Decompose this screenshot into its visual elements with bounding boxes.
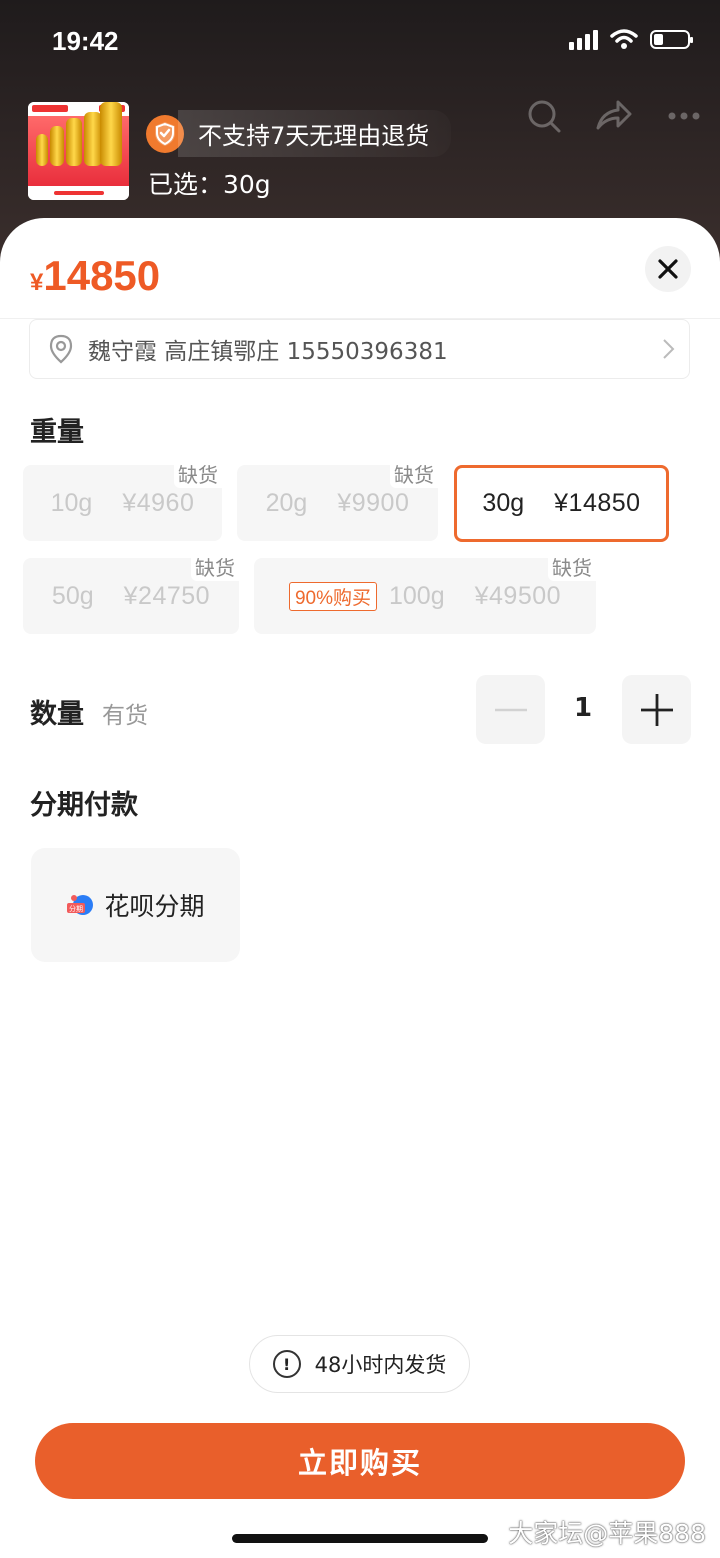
option-weight: 20g bbox=[265, 488, 308, 517]
out-of-stock-badge: 缺货 bbox=[390, 459, 438, 488]
option-price: ¥24750 bbox=[123, 581, 211, 610]
quantity-label: 数量 bbox=[30, 699, 84, 730]
address-selector[interactable]: 魏守霞 高庄镇鄂庄 15550396381 bbox=[29, 319, 690, 379]
more-icon[interactable] bbox=[664, 96, 704, 136]
buy-now-button[interactable]: 立即购买 bbox=[35, 1423, 685, 1499]
address-text: 魏守霞 高庄镇鄂庄 15550396381 bbox=[88, 339, 448, 365]
option-weight: 10g bbox=[50, 488, 93, 517]
promo-tag: 90%购买 bbox=[288, 581, 377, 611]
option-price: ¥49500 bbox=[474, 581, 562, 610]
chevron-right-icon bbox=[663, 339, 675, 359]
weight-option-50g[interactable]: 50g ¥24750 缺货 bbox=[23, 552, 239, 634]
increase-quantity-button[interactable] bbox=[622, 675, 691, 744]
huabei-installment-option[interactable]: 分期 花呗分期 bbox=[31, 848, 240, 962]
status-icons bbox=[569, 28, 693, 50]
out-of-stock-badge: 缺货 bbox=[548, 552, 596, 581]
weight-option-30g[interactable]: 30g ¥14850 bbox=[454, 465, 669, 542]
price-currency: ¥ bbox=[30, 269, 44, 296]
shipping-notice: ! 48小时内发货 bbox=[249, 1335, 470, 1393]
option-weight: 100g bbox=[388, 581, 445, 610]
price-value: 14850 bbox=[43, 252, 161, 299]
status-time: 19:42 bbox=[52, 26, 119, 56]
close-button[interactable] bbox=[645, 246, 691, 292]
sku-selection-sheet: ¥14850 魏守霞 高庄镇鄂庄 15550396381 重量 10g ¥496… bbox=[0, 218, 720, 1558]
huabei-installment-label: 花呗分期 bbox=[104, 892, 205, 921]
weight-option-10g[interactable]: 10g ¥4960 缺货 bbox=[23, 459, 222, 541]
quantity-title: 数量 有货 bbox=[30, 692, 148, 731]
huabei-icon: 分期 bbox=[67, 895, 94, 915]
installment-title: 分期付款 bbox=[30, 790, 138, 821]
battery-icon bbox=[650, 29, 693, 49]
share-icon[interactable] bbox=[594, 96, 634, 136]
product-thumbnail bbox=[28, 102, 129, 200]
location-pin-icon bbox=[49, 334, 73, 364]
option-price: ¥4960 bbox=[122, 488, 195, 517]
out-of-stock-badge: 缺货 bbox=[174, 459, 222, 488]
quantity-value[interactable]: 1 bbox=[548, 693, 618, 723]
price: ¥14850 bbox=[30, 252, 160, 300]
weight-option-20g[interactable]: 20g ¥9900 缺货 bbox=[237, 459, 438, 541]
wifi-icon bbox=[610, 29, 638, 49]
decrease-quantity-button[interactable] bbox=[476, 675, 545, 744]
selected-variant-text: 已选：30g bbox=[148, 170, 271, 199]
return-policy-text: 不支持7天无理由退货 bbox=[178, 110, 452, 157]
huabei-icon-text: 分期 bbox=[69, 904, 83, 913]
option-weight: 30g bbox=[482, 489, 525, 517]
option-weight: 50g bbox=[51, 581, 94, 610]
return-policy-badge: 不支持7天无理由退货 bbox=[146, 110, 452, 157]
close-icon bbox=[658, 259, 678, 279]
out-of-stock-badge: 缺货 bbox=[191, 552, 239, 581]
option-price: ¥9900 bbox=[337, 488, 410, 517]
info-exclamation-icon: ! bbox=[272, 1350, 301, 1378]
home-indicator[interactable] bbox=[232, 1534, 488, 1543]
option-price: ¥14850 bbox=[554, 489, 641, 517]
watermark: 大家坛@苹果888 bbox=[508, 1519, 706, 1548]
weight-title: 重量 bbox=[30, 417, 84, 448]
plus-icon bbox=[640, 693, 673, 726]
shipping-notice-text: 48小时内发货 bbox=[314, 1353, 447, 1377]
weight-option-100g[interactable]: 90%购买 100g ¥49500 缺货 bbox=[254, 552, 596, 634]
search-icon[interactable] bbox=[524, 96, 564, 136]
minus-icon bbox=[494, 708, 527, 711]
cellular-signal-icon bbox=[569, 28, 598, 50]
stock-status: 有货 bbox=[102, 703, 148, 729]
